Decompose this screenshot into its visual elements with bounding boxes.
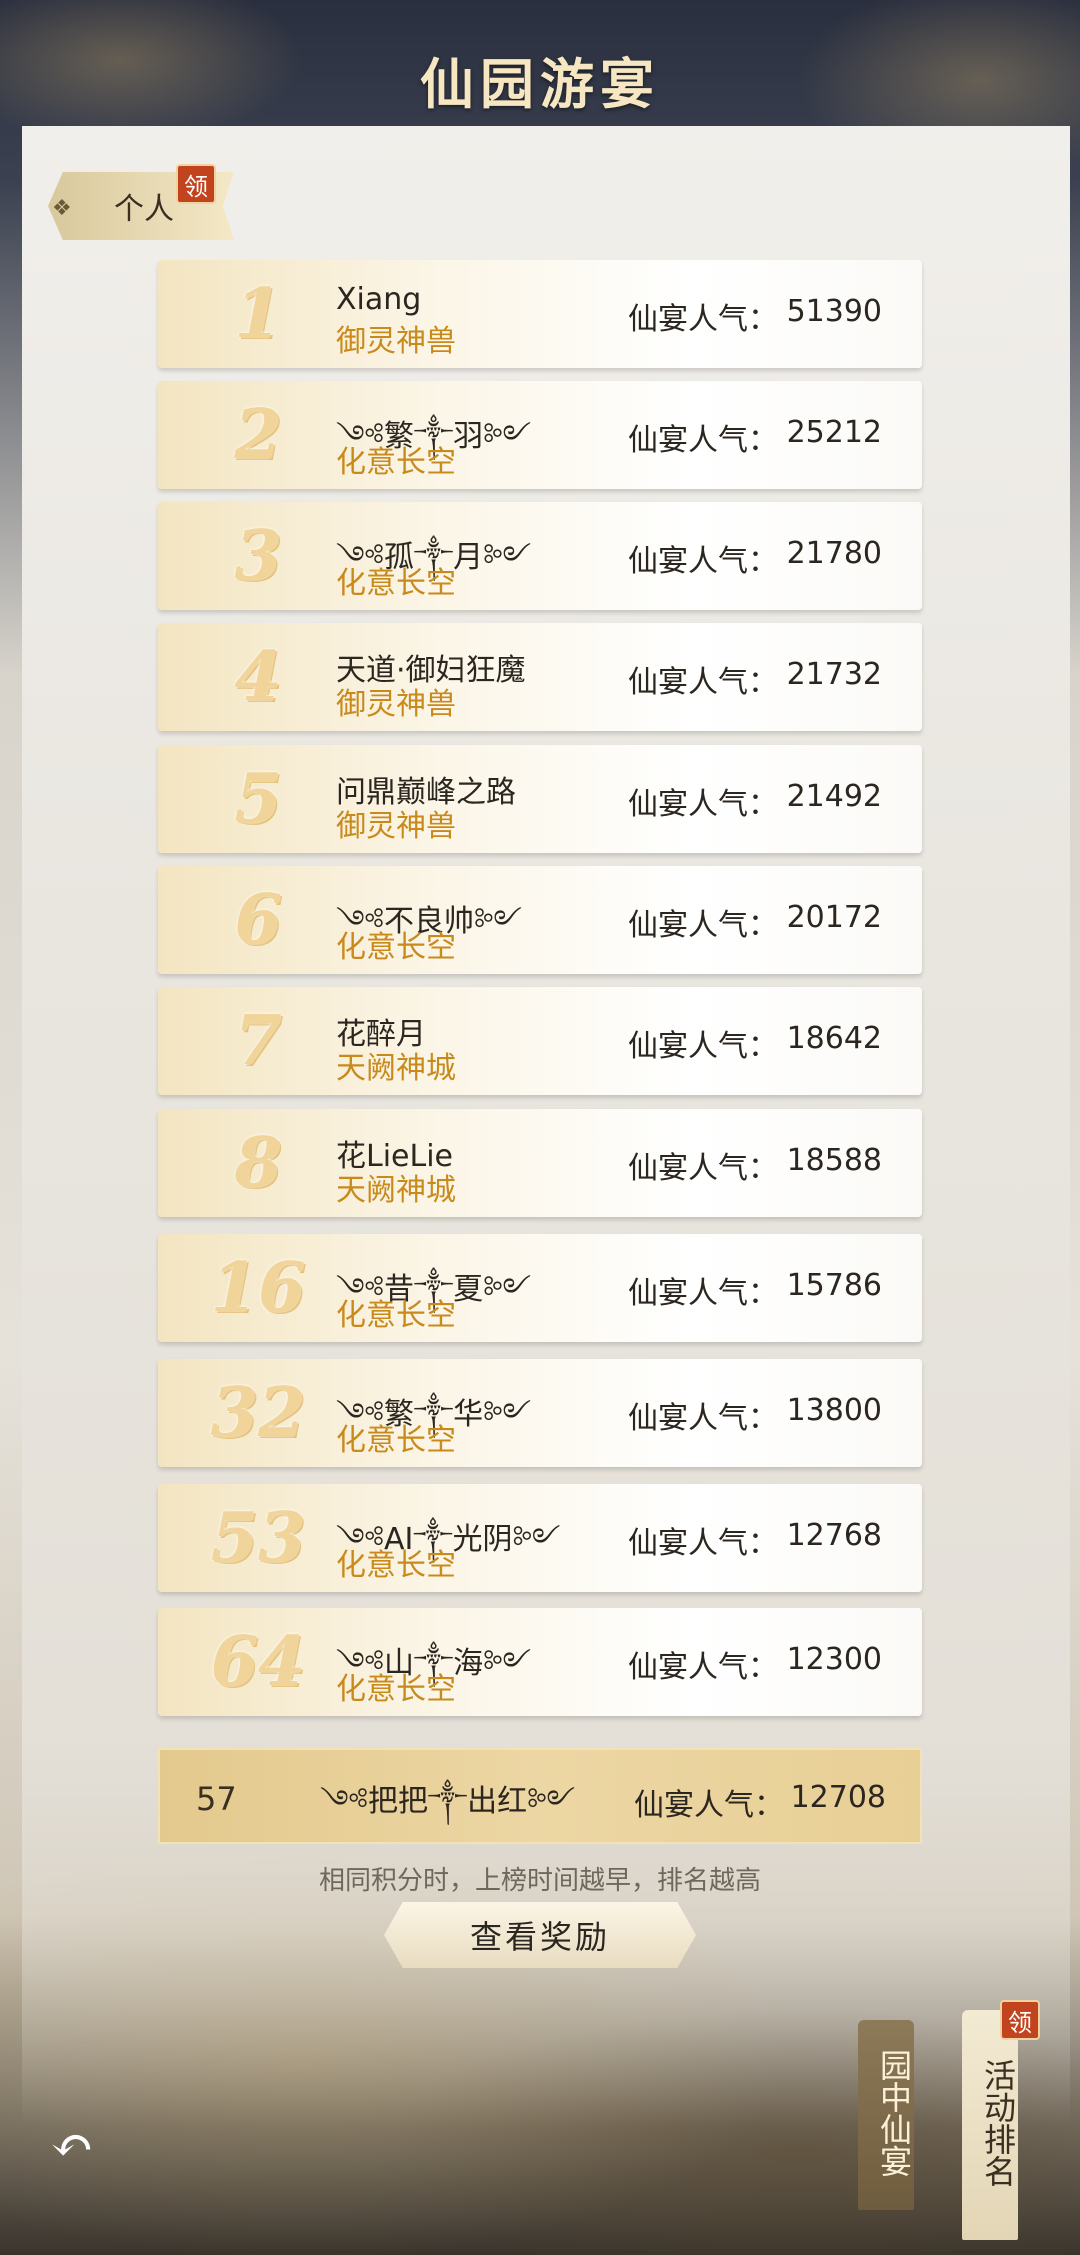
ranking-row[interactable]: 3 ༺孤༒月༻ 化意长空 仙宴人气： 21780 [158, 502, 922, 610]
score-value: 18642 [786, 1021, 882, 1056]
server-name: 御灵神兽 [336, 324, 456, 359]
server-name: 化意长空 [336, 566, 456, 601]
ranking-row[interactable]: 16 ༺昔༒夏༻ 化意长空 仙宴人气： 15786 [158, 1234, 922, 1342]
garden-feast-tag[interactable]: 园中仙宴 [858, 2020, 914, 2210]
diamond-icon: ❖ [52, 196, 72, 221]
score-label: 仙宴人气： [628, 423, 778, 458]
rank-number: 6 [234, 880, 282, 960]
back-arrow-icon[interactable]: ↶ [40, 2116, 104, 2176]
score-label: 仙宴人气： [628, 1276, 778, 1311]
rank-number: 7 [234, 1001, 282, 1081]
rank-number: 32 [210, 1373, 306, 1453]
score-label: 仙宴人气： [628, 908, 778, 943]
activity-rank-tag[interactable]: 活动排名 [962, 2010, 1018, 2240]
score-label: 仙宴人气： [628, 1029, 778, 1064]
server-name: 化意长空 [336, 1548, 456, 1583]
server-name: 化意长空 [336, 930, 456, 965]
tie-break-note: 相同积分时，上榜时间越早，排名越高 [318, 1866, 761, 1896]
score-value: 12300 [786, 1642, 882, 1677]
score-label: 仙宴人气： [628, 1401, 778, 1436]
rank-number: 64 [210, 1622, 306, 1702]
score-value: 21780 [786, 536, 882, 571]
activity-claim-badge: 领 [1000, 2000, 1040, 2040]
ranking-row[interactable]: 4 天道·御妇狂魔 御灵神兽 仙宴人气： 21732 [158, 623, 922, 731]
rank-number: 3 [234, 516, 282, 596]
ranking-row[interactable]: 5 问鼎巅峰之路 御灵神兽 仙宴人气： 21492 [158, 745, 922, 853]
server-name: 天阙神城 [336, 1051, 456, 1086]
self-rank: 57 [196, 1780, 237, 1818]
server-name: 化意长空 [336, 1423, 456, 1458]
score-label: 仙宴人气： [628, 544, 778, 579]
rank-number: 16 [210, 1248, 306, 1328]
score-value: 21492 [786, 779, 882, 814]
score-value: 51390 [786, 294, 882, 329]
score-value: 15786 [786, 1268, 882, 1303]
server-name: 御灵神兽 [336, 687, 456, 722]
player-name: Xiang [336, 282, 422, 317]
ranking-row[interactable]: 32 ༺繁༒华༻ 化意长空 仙宴人气： 13800 [158, 1359, 922, 1467]
page-title: 仙园游宴 [420, 52, 660, 116]
claim-badge: 领 [176, 164, 216, 204]
ranking-row[interactable]: 6 ༺不良帅༻ 化意长空 仙宴人气： 20172 [158, 866, 922, 974]
server-name: 御灵神兽 [336, 809, 456, 844]
score-value: 20172 [786, 900, 882, 935]
score-label: 仙宴人气： [628, 787, 778, 822]
rank-number: 2 [234, 395, 282, 475]
server-name: 化意长空 [336, 1672, 456, 1707]
score-value: 13800 [786, 1393, 882, 1428]
score-label: 仙宴人气： [628, 302, 778, 337]
ranking-row[interactable]: 7 花醉月 天阙神城 仙宴人气： 18642 [158, 987, 922, 1095]
score-label: 仙宴人气： [628, 1151, 778, 1186]
self-name: ༺把把༒出红༻ [320, 1784, 576, 1819]
server-name: 化意长空 [336, 445, 456, 480]
ranking-row[interactable]: 64 ༺山༒海༻ 化意长空 仙宴人气： 12300 [158, 1608, 922, 1716]
score-value: 25212 [786, 415, 882, 450]
rank-number: 4 [234, 637, 282, 717]
rank-number: 5 [234, 759, 282, 839]
score-value: 12768 [786, 1518, 882, 1553]
server-name: 天阙神城 [336, 1173, 456, 1208]
self-rank-row: 57 ༺把把༒出红༻ 仙宴人气： 12708 [158, 1748, 922, 1844]
self-score-label: 仙宴人气： [634, 1788, 784, 1823]
tab-personal-label: 个人 [114, 192, 174, 227]
ranking-row[interactable]: 53 ༺AI༒光阴༻ 化意长空 仙宴人气： 12768 [158, 1484, 922, 1592]
ranking-row[interactable]: 2 ༺繁༒羽༻ 化意长空 仙宴人气： 25212 [158, 381, 922, 489]
rank-number: 8 [234, 1123, 282, 1203]
score-value: 18588 [786, 1143, 882, 1178]
ranking-row[interactable]: 1 Xiang 御灵神兽 仙宴人气： 51390 [158, 260, 922, 368]
score-label: 仙宴人气： [628, 1526, 778, 1561]
rank-number: 53 [210, 1498, 306, 1578]
score-label: 仙宴人气： [628, 1650, 778, 1685]
rank-number: 1 [234, 274, 282, 354]
self-score-value: 12708 [790, 1780, 886, 1815]
view-rewards-button[interactable]: 查看奖励 [384, 1902, 696, 1968]
score-value: 21732 [786, 657, 882, 692]
ranking-row[interactable]: 8 花LieLie 天阙神城 仙宴人气： 18588 [158, 1109, 922, 1217]
score-label: 仙宴人气： [628, 665, 778, 700]
server-name: 化意长空 [336, 1298, 456, 1333]
